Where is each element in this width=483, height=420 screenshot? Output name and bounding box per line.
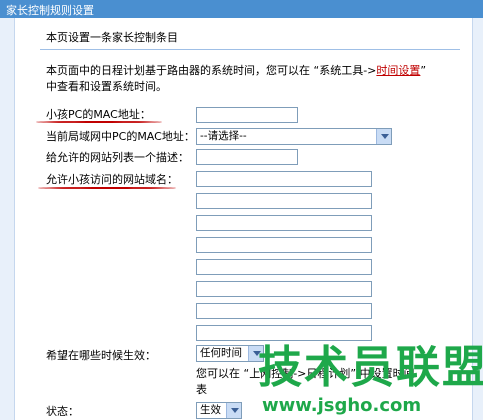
chevron-down-icon[interactable] — [376, 129, 391, 144]
title-bar: 家长控制规则设置 — [0, 0, 483, 18]
chevron-down-icon[interactable] — [226, 403, 241, 418]
lan-mac-select-value: --请选择-- — [200, 130, 247, 142]
time-settings-link[interactable]: 时间设置 — [376, 64, 420, 77]
lan-mac-label: 当前局域网中PC的MAC地址： — [46, 130, 195, 143]
domain-input-2[interactable] — [196, 193, 372, 209]
site-description-input[interactable] — [196, 149, 298, 165]
annotation-underline-domains — [38, 187, 176, 189]
intro-description: 本页面中的日程计划基于路由器的系统时间，您可以在 “系统工具->时间设置” — [46, 64, 426, 77]
mac-address-input[interactable] — [196, 107, 298, 123]
status-select[interactable]: 生效 — [196, 402, 242, 419]
schedule-label: 希望在哪些时候生效： — [46, 349, 156, 362]
left-frame-border — [0, 18, 15, 420]
window-title: 家长控制规则设置 — [6, 4, 94, 17]
domain-input-1[interactable] — [196, 171, 372, 187]
domain-input-7[interactable] — [196, 303, 372, 319]
schedule-select-value: 任何时间 — [200, 347, 242, 359]
annotation-underline-mac — [36, 121, 162, 123]
intro-description-line2: 中查看和设置系统时间。 — [46, 80, 167, 93]
lan-mac-select[interactable]: --请选择-- — [196, 128, 392, 145]
domain-input-4[interactable] — [196, 237, 372, 253]
intro-text: 本页面中的日程计划基于路由器的系统时间，您可以在 “系统工具-> — [46, 64, 377, 77]
status-label: 状态： — [46, 405, 79, 418]
schedule-note-line2: 表 — [196, 383, 207, 396]
domain-input-8[interactable] — [196, 325, 372, 341]
intro-text-end: ” — [420, 64, 427, 77]
divider-top — [40, 49, 460, 50]
watermark-url: www.jsgho.com — [262, 395, 422, 416]
allowed-domains-label: 允许小孩访问的网站域名： — [46, 173, 178, 186]
schedule-select[interactable]: 任何时间 — [196, 345, 264, 362]
domain-input-5[interactable] — [196, 259, 372, 275]
domain-input-6[interactable] — [196, 281, 372, 297]
mac-address-label: 小孩PC的MAC地址： — [46, 108, 151, 121]
watermark-brand: 技术员联盟 — [258, 342, 483, 393]
status-select-value: 生效 — [200, 404, 221, 416]
site-description-label: 给允许的网站列表一个描述： — [46, 151, 189, 164]
domain-input-3[interactable] — [196, 215, 372, 231]
page-heading: 本页设置一条家长控制条目 — [46, 31, 178, 44]
